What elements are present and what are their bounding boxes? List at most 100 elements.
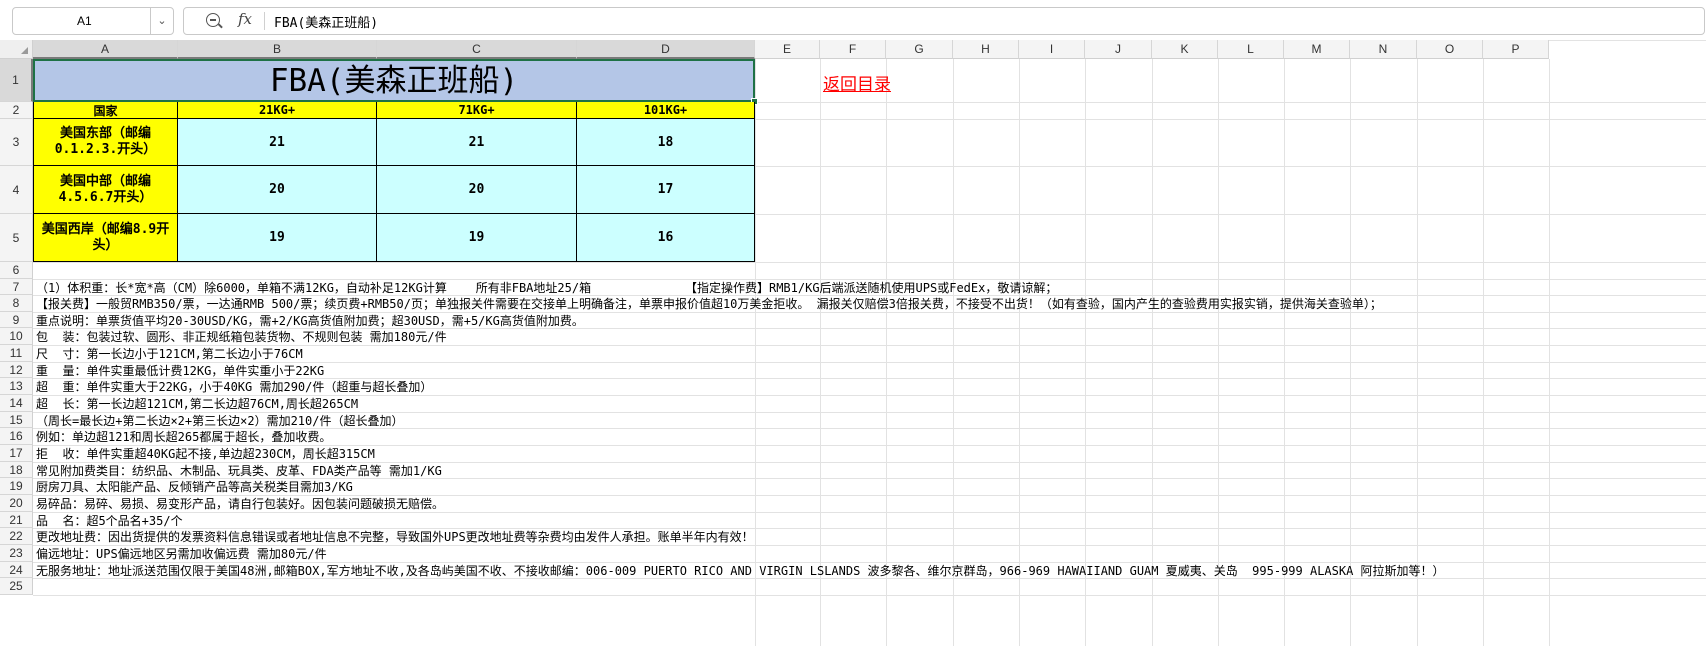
row-header-6[interactable]: 6 <box>0 262 33 279</box>
chevron-down-icon[interactable]: ⌄ <box>150 8 173 34</box>
zoom-icon[interactable] <box>206 13 220 27</box>
note-line[interactable]: 重点说明：单票货值平均20-30USD/KG，需+2/KG高货值附加费；超30U… <box>36 313 584 329</box>
rate-value-cell[interactable]: 17 <box>577 166 755 214</box>
row-header-25[interactable]: 25 <box>0 578 33 595</box>
row-header-13[interactable]: 13 <box>0 378 33 395</box>
region-cell[interactable]: 美国东部（邮编0.1.2.3.开头） <box>33 119 178 166</box>
gridline-h <box>755 119 1706 120</box>
table-header-country[interactable]: 国家 <box>33 102 178 119</box>
note-line[interactable]: 易碎品：易碎、易损、易变形产品，请自行包装好。因包装问题破损无赔偿。 <box>36 496 444 512</box>
row-header-11[interactable]: 11 <box>0 345 33 362</box>
note-line[interactable]: 例如：单边超121和周长超265都属于超长，叠加收费。 <box>36 429 331 445</box>
column-header-k[interactable]: K <box>1152 40 1218 59</box>
row-header-2[interactable]: 2 <box>0 102 33 119</box>
row-header-5[interactable]: 5 <box>0 214 33 262</box>
row-header-1[interactable]: 1 <box>0 59 33 102</box>
gridline-h <box>33 512 1706 513</box>
note-line[interactable]: 偏远地址：UPS偏远地区另需加收偏远费 需加80元/件 <box>36 546 327 562</box>
gridline-v <box>1483 59 1484 646</box>
name-box[interactable]: A1 ⌄ <box>12 7 174 35</box>
rate-value-cell[interactable]: 19 <box>178 214 377 262</box>
gridline-v <box>820 59 821 646</box>
table-header-weight-3[interactable]: 101KG+ <box>577 102 755 119</box>
gridline-v <box>1019 59 1020 646</box>
row-header-7[interactable]: 7 <box>0 279 33 295</box>
column-header-p[interactable]: P <box>1483 40 1549 59</box>
sheet-title-cell[interactable]: FBA(美森正班船) <box>33 59 755 102</box>
row-header-8[interactable]: 8 <box>0 295 33 312</box>
note-line[interactable]: 品 名：超5个品名+35/个 <box>36 513 183 529</box>
note-line[interactable]: 厨房刀具、太阳能产品、反倾销产品等高关税类目需加3/KG <box>36 479 353 495</box>
row-header-22[interactable]: 22 <box>0 528 33 545</box>
note-line[interactable]: 超 重：单件实重大于22KG，小于40KG 需加290/件（超重与超长叠加） <box>36 379 432 395</box>
note-line[interactable]: （周长=最长边+第二长边×2+第三长边×2）需加210/件（超长叠加） <box>36 413 403 429</box>
row-header-3[interactable]: 3 <box>0 119 33 166</box>
column-header-a[interactable]: A <box>33 40 178 59</box>
table-header-weight-2[interactable]: 71KG+ <box>377 102 577 119</box>
column-header-m[interactable]: M <box>1284 40 1350 59</box>
formula-content[interactable]: FBA(美森正班船) <box>274 12 378 31</box>
fx-icon[interactable]: fx <box>238 10 252 28</box>
rate-value-cell[interactable]: 21 <box>178 119 377 166</box>
column-header-g[interactable]: G <box>886 40 953 59</box>
column-header-d[interactable]: D <box>577 40 755 59</box>
note-line[interactable]: 超 长：第一长边超121CM,第二长边超76CM,周长超265CM <box>36 396 358 412</box>
row-header-21[interactable]: 21 <box>0 512 33 528</box>
back-to-index-link[interactable]: 返回目录 <box>823 70 891 95</box>
formula-input-area[interactable]: fx FBA(美森正班船) <box>183 7 1705 35</box>
note-line[interactable]: 【报关费】一般贸RMB350/票，一达通RMB 500/票；续页费+RMB50/… <box>36 296 1382 312</box>
rate-value-cell[interactable]: 19 <box>377 214 577 262</box>
note-line[interactable]: 重 量：单件实重最低计费12KG，单件实重小于22KG <box>36 363 324 379</box>
rate-value-cell[interactable]: 21 <box>377 119 577 166</box>
gridline-h <box>755 262 1706 263</box>
column-header-e[interactable]: E <box>755 40 820 59</box>
note-line[interactable]: （1）体积重：长*宽*高（CM）除6000，单箱不满12KG，自动补足12KG计… <box>36 280 1057 296</box>
divider <box>264 12 265 30</box>
row-header-17[interactable]: 17 <box>0 445 33 462</box>
row-header-10[interactable]: 10 <box>0 328 33 345</box>
note-line[interactable]: 尺 寸：第一长边小于121CM,第二长边小于76CM <box>36 346 303 362</box>
note-line[interactable]: 更改地址费：因出货提供的发票资料信息错误或者地址信息不完整，导致国外UPS更改地… <box>36 529 754 545</box>
row-header-20[interactable]: 20 <box>0 495 33 512</box>
region-cell[interactable]: 美国中部（邮编4.5.6.7开头） <box>33 166 178 214</box>
gridline-v <box>1549 59 1550 646</box>
column-header-o[interactable]: O <box>1417 40 1483 59</box>
row-header-12[interactable]: 12 <box>0 362 33 378</box>
row-header-14[interactable]: 14 <box>0 395 33 412</box>
row-header-16[interactable]: 16 <box>0 428 33 445</box>
table-header-weight-1[interactable]: 21KG+ <box>178 102 377 119</box>
row-header-15[interactable]: 15 <box>0 412 33 428</box>
column-header-l[interactable]: L <box>1218 40 1284 59</box>
row-header-24[interactable]: 24 <box>0 562 33 578</box>
column-header-h[interactable]: H <box>953 40 1019 59</box>
gridline-h <box>33 595 1706 596</box>
row-header-18[interactable]: 18 <box>0 462 33 478</box>
gridline-v <box>1218 59 1219 646</box>
column-header-j[interactable]: J <box>1085 40 1152 59</box>
rate-value-cell[interactable]: 20 <box>377 166 577 214</box>
note-line[interactable]: 无服务地址：地址派送范围仅限于美国48洲,邮箱BOX,军方地址不收,及各岛屿美国… <box>36 563 1445 579</box>
row-header-19[interactable]: 19 <box>0 478 33 495</box>
note-line[interactable]: 拒 收：单件实重超40KG起不接,单边超230CM，周长超315CM <box>36 446 375 462</box>
gridline-h <box>755 166 1706 167</box>
column-header-n[interactable]: N <box>1350 40 1417 59</box>
gridline-v <box>1284 59 1285 646</box>
column-header-c[interactable]: C <box>377 40 577 59</box>
select-all-corner[interactable] <box>0 40 33 59</box>
rate-value-cell[interactable]: 16 <box>577 214 755 262</box>
rate-value-cell[interactable]: 20 <box>178 166 377 214</box>
gridline-v <box>1152 59 1153 646</box>
gridline-v <box>953 59 954 646</box>
note-line[interactable]: 常见附加费类目：纺织品、木制品、玩具类、皮革、FDA类产品等 需加1/KG <box>36 463 442 479</box>
column-header-f[interactable]: F <box>820 40 886 59</box>
gridline-v <box>755 59 756 646</box>
column-header-b[interactable]: B <box>178 40 377 59</box>
gridline-h <box>755 214 1706 215</box>
note-line[interactable]: 包 装：包装过软、圆形、非正规纸箱包装货物、不规则包装 需加180元/件 <box>36 329 447 345</box>
row-header-9[interactable]: 9 <box>0 312 33 328</box>
region-cell[interactable]: 美国西岸（邮编8.9开头） <box>33 214 178 262</box>
rate-value-cell[interactable]: 18 <box>577 119 755 166</box>
row-header-23[interactable]: 23 <box>0 545 33 562</box>
row-header-4[interactable]: 4 <box>0 166 33 214</box>
column-header-i[interactable]: I <box>1019 40 1085 59</box>
